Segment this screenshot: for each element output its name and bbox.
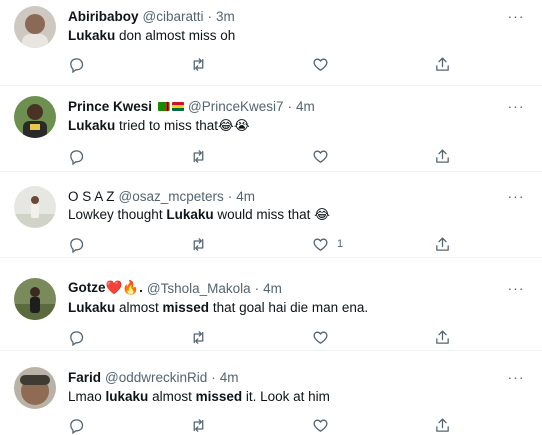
like-icon[interactable] [312,54,337,74]
highlighted-keyword: lukaku [105,389,149,404]
tweet[interactable]: Farid @oddwreckinRid · 4m ··· Lmao lukak… [0,351,542,435]
tweet-text-run: almost [115,300,163,315]
retweet-icon[interactable] [190,54,207,74]
tweet-header: O S A Z @osaz_mcpeters · 4m [68,186,255,206]
like-icon[interactable]: 1 [312,234,343,254]
highlighted-keyword: Lukaku [166,207,214,222]
highlighted-keyword: Lukaku [68,28,116,43]
display-name[interactable]: Prince Kwesi [68,99,152,114]
timestamp[interactable]: 4m [296,99,315,114]
reply-icon[interactable] [68,327,85,347]
tweet-actions [68,327,528,347]
tweet-text: Lmao lukaku almost missed it. Look at hi… [68,389,330,404]
user-handle[interactable]: @Tshola_Makola [147,281,251,296]
user-handle[interactable]: @oddwreckinRid [105,370,207,385]
more-icon[interactable]: ··· [506,186,526,206]
tweet-actions [68,146,528,166]
flag-icons [158,101,185,111]
separator-dot: · [211,369,216,385]
like-icon[interactable] [312,146,337,166]
tweet-text: Lowkey thought Lukaku would miss that 😂 [68,207,330,223]
separator-dot: · [227,188,233,204]
avatar[interactable] [14,367,56,409]
avatar[interactable] [14,186,56,228]
tweet-header: Farid @oddwreckinRid · 4m [68,367,239,387]
more-icon[interactable]: ··· [506,96,526,116]
more-icon[interactable]: ··· [506,6,526,26]
highlighted-keyword: Lukaku [68,118,116,133]
tweet-text-run: that goal hai die man ena. [209,300,369,315]
user-handle[interactable]: @cibaratti [143,9,204,24]
avatar[interactable] [14,96,56,138]
ghana-flag-icon [172,101,185,111]
tweet-text-run: it. Look at him [242,389,330,404]
user-handle[interactable]: @PrinceKwesi7 [188,99,284,114]
share-icon[interactable] [434,146,451,166]
tweet-text-run: tried to miss that😂😭 [115,118,250,133]
share-icon[interactable] [434,54,451,74]
timestamp[interactable]: 3m [216,9,235,24]
tweet-text-run: almost [148,389,196,404]
timestamp[interactable]: 4m [263,281,282,296]
display-name[interactable]: Abiribaboy [68,9,139,24]
display-name[interactable]: O S A Z [68,189,115,204]
separator-dot: · [207,8,213,24]
timestamp[interactable]: 4m [236,189,255,204]
highlighted-keyword: Lukaku [68,300,116,315]
reply-icon[interactable] [68,234,85,254]
tweet[interactable]: Prince Kwesi @PrinceKwesi7 · 4m ··· Luka… [0,86,542,172]
tweet-header: Abiribaboy @cibaratti · 3m [68,6,235,26]
timestamp[interactable]: 4m [220,370,239,385]
retweet-icon[interactable] [190,327,207,347]
tweet-text: Lukaku tried to miss that😂😭 [68,118,250,134]
share-icon[interactable] [434,234,451,254]
retweet-icon[interactable] [190,415,207,435]
separator-dot: · [254,280,260,296]
tweet-actions [68,54,528,74]
tweet-text-run: Lmao [68,389,106,404]
tweet[interactable]: Gotze❤️🔥. @Tshola_Makola · 4m ··· Lukaku… [0,258,542,351]
highlighted-keyword: missed [195,389,243,404]
avatar[interactable] [14,6,56,48]
tweet-header: Prince Kwesi @PrinceKwesi7 · 4m [68,96,315,116]
display-name[interactable]: Farid [68,370,101,385]
share-icon[interactable] [434,327,451,347]
reply-icon[interactable] [68,415,85,435]
separator-dot: · [287,98,293,114]
retweet-icon[interactable] [190,146,207,166]
tweet-actions [68,415,528,435]
tweet-text-run: would miss that 😂 [213,207,330,222]
tweet-text-run: Lowkey thought [68,207,167,222]
tweet-feed: Abiribaboy @cibaratti · 3m ··· Lukaku do… [0,0,542,435]
tweet-text: Lukaku don almost miss oh [68,28,235,43]
tweet[interactable]: O S A Z @osaz_mcpeters · 4m ··· Lowkey t… [0,172,542,258]
tweet-text: Lukaku almost missed that goal hai die m… [68,300,368,315]
reply-icon[interactable] [68,146,85,166]
tweet-actions: 1 [68,234,528,254]
user-handle[interactable]: @osaz_mcpeters [119,189,224,204]
display-name[interactable]: Gotze❤️🔥. [68,280,143,296]
like-icon[interactable] [312,415,337,435]
highlighted-keyword: missed [162,300,210,315]
tweet-header: Gotze❤️🔥. @Tshola_Makola · 4m [68,278,282,298]
more-icon[interactable]: ··· [506,278,526,298]
tweet-text-run: don almost miss oh [115,28,236,43]
tweet[interactable]: Abiribaboy @cibaratti · 3m ··· Lukaku do… [0,0,542,86]
zambia-flag-icon [158,101,171,111]
avatar[interactable] [14,278,56,320]
like-icon[interactable] [312,327,337,347]
reply-icon[interactable] [68,54,85,74]
retweet-icon[interactable] [190,234,207,254]
more-icon[interactable]: ··· [506,367,526,387]
share-icon[interactable] [434,415,451,435]
like-count: 1 [337,238,344,250]
